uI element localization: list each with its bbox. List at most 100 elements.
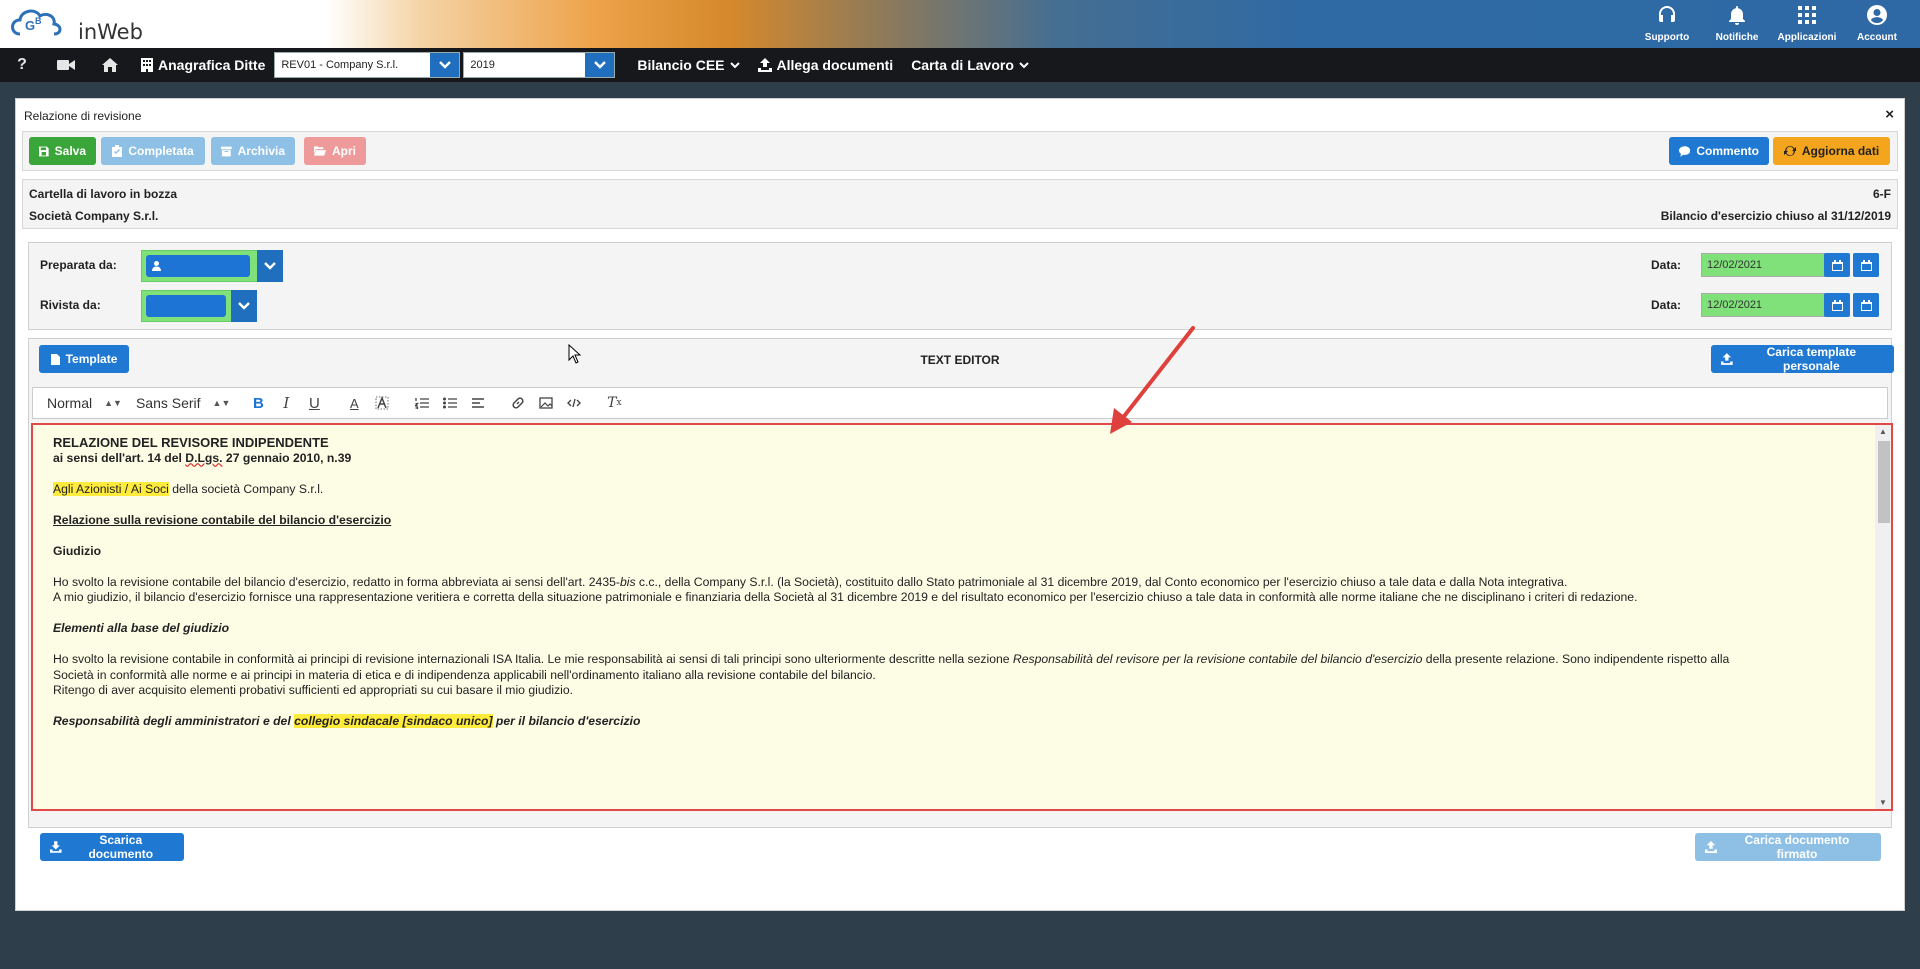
scroll-up-icon[interactable]: ▲ [1879, 427, 1887, 436]
rivista-date-input[interactable]: 12/02/2021 [1701, 293, 1825, 317]
relazione-panel: Relazione di revisione × Salva Completat… [15, 98, 1905, 911]
anagrafica-label: Anagrafica Ditte [158, 57, 266, 73]
aggiorna-button[interactable]: Aggiorna dati [1773, 137, 1890, 165]
link-icon[interactable] [504, 391, 532, 415]
ordered-list-icon[interactable] [408, 391, 436, 415]
allega-link[interactable]: Allega documenti [749, 57, 903, 73]
apps-button[interactable]: Applicazioni [1772, 0, 1842, 48]
panel-title: Relazione di revisione [24, 109, 142, 123]
home-icon [102, 58, 118, 72]
doc-paragraph-3: Ho svolto la revisione contabile in conf… [53, 652, 1853, 668]
action-toolbar: Salva Completata Archivia Apri Commento … [22, 131, 1898, 171]
image-icon[interactable] [532, 391, 560, 415]
background-color-icon[interactable] [368, 391, 396, 415]
scroll-down-icon[interactable]: ▼ [1879, 798, 1887, 807]
align-icon[interactable] [464, 391, 492, 415]
notifications-button[interactable]: Notifiche [1702, 0, 1772, 48]
doc-paragraph-2: A mio giudizio, il bilancio d'esercizio … [53, 590, 1638, 604]
scarica-label: Scarica documento [88, 833, 154, 861]
doc-responsabilita-heading: Responsabilità degli amministratori e de… [53, 714, 1853, 730]
document-editor[interactable]: RELAZIONE DEL REVISORE INDIPENDENTE ai s… [31, 423, 1893, 811]
workpaper-code: 6-F [1873, 187, 1891, 201]
home-button[interactable] [88, 48, 132, 82]
font-select[interactable]: Sans Serif ▲▼ [136, 395, 230, 411]
company-select[interactable]: REV01 - Company S.r.l. [274, 52, 461, 78]
archivia-label: Archivia [237, 144, 285, 158]
help-button[interactable]: ? [0, 48, 44, 82]
scrollbar-thumb[interactable] [1878, 441, 1890, 523]
company-select-value: REV01 - Company S.r.l. [281, 59, 399, 71]
doc-title: RELAZIONE DEL REVISORE INDIPENDENTE [53, 435, 329, 450]
code-icon[interactable] [560, 391, 588, 415]
doc-p3-post: della presente relazione. Sono indipende… [1422, 652, 1730, 666]
carta-label: Carta di Lavoro [911, 57, 1014, 73]
preparata-date-input[interactable]: 12/02/2021 [1701, 253, 1825, 277]
period-text: Bilancio d'esercizio chiuso al 31/12/201… [1660, 209, 1891, 223]
chevron-down-icon[interactable] [585, 53, 615, 77]
aggiorna-label: Aggiorna dati [1801, 144, 1880, 158]
year-select[interactable]: 2019 [463, 52, 616, 78]
folder-open-icon [314, 146, 326, 156]
support-button[interactable]: Supporto [1632, 0, 1702, 48]
year-select-value: 2019 [470, 59, 495, 71]
bold-icon[interactable]: B [244, 391, 272, 415]
download-icon [50, 841, 62, 853]
carta-menu[interactable]: Carta di Lavoro [902, 57, 1038, 73]
carica-template-button[interactable]: Carica template personale [1711, 345, 1894, 373]
text-color-icon[interactable]: A [340, 391, 368, 415]
account-button[interactable]: Account [1842, 0, 1912, 48]
allega-label: Allega documenti [776, 57, 894, 73]
close-icon[interactable]: × [1885, 106, 1894, 123]
scarica-button[interactable]: Scarica documento [40, 833, 184, 861]
refresh-icon [1783, 146, 1796, 156]
apri-button[interactable]: Apri [304, 137, 366, 165]
doc-paragraph-5: Ritengo di aver acquisito elementi proba… [53, 683, 574, 697]
doc-giudizio-heading: Giudizio [53, 543, 102, 558]
text-editor-section: Template TEXT EDITOR Carica template per… [28, 338, 1894, 828]
carica-firmato-button[interactable]: Carica documento firmato [1695, 833, 1881, 861]
rivista-select[interactable] [141, 290, 257, 322]
video-button[interactable] [44, 48, 88, 82]
editor-toolbar: Normal ▲▼ Sans Serif ▲▼ B I U A Tx [32, 387, 1888, 419]
top-header: G B inWeb Supporto Notifiche Applicazion… [0, 0, 1920, 48]
user-chip [146, 255, 250, 277]
chevron-down-icon[interactable] [231, 290, 257, 322]
calendar-icon[interactable] [1853, 253, 1879, 277]
doc-p1-pre: Ho svolto la revisione contabile del bil… [53, 574, 620, 589]
archivia-button[interactable]: Archivia [211, 137, 295, 165]
document-content[interactable]: RELAZIONE DEL REVISORE INDIPENDENTE ai s… [53, 435, 1853, 730]
account-label: Account [1857, 32, 1897, 43]
bell-icon [1729, 6, 1745, 25]
upload-icon [1721, 353, 1733, 365]
grid-icon [1798, 6, 1816, 24]
workpaper-info: Cartella di lavoro in bozza Società Comp… [22, 179, 1898, 229]
user-chip [146, 295, 226, 317]
rivista-date-label: Data: [1651, 298, 1682, 312]
completata-button[interactable]: Completata [101, 137, 205, 165]
editor-scrollbar[interactable]: ▲ ▼ [1875, 425, 1891, 809]
chevron-down-icon[interactable] [430, 53, 460, 77]
doc-recipients-rest: della società Company S.r.l. [168, 481, 324, 496]
calendar-icon[interactable] [1853, 293, 1879, 317]
calendar-icon[interactable] [1824, 253, 1850, 277]
save-button[interactable]: Salva [29, 137, 96, 165]
doc-subtitle: ai sensi dell'art. 14 del D.Lgs. 27 genn… [53, 451, 1853, 467]
format-select[interactable]: Normal ▲▼ [47, 395, 122, 411]
upload-icon [1705, 841, 1717, 853]
calendar-icon[interactable] [1824, 293, 1850, 317]
underline-icon[interactable]: U [300, 391, 328, 415]
preparata-select[interactable] [141, 250, 283, 282]
doc-section-heading: Relazione sulla revisione contabile del … [53, 512, 392, 527]
bullet-list-icon[interactable] [436, 391, 464, 415]
doc-recipients-highlight: Agli Azionisti / Ai Soci [53, 481, 169, 496]
clear-format-icon[interactable]: Tx [600, 391, 628, 415]
italic-icon[interactable]: I [272, 391, 300, 415]
document-actions: Scarica documento Carica documento firma… [16, 833, 1904, 873]
chevron-down-icon[interactable] [257, 250, 283, 282]
doc-subtitle-dlgs: D.Lgs. [185, 450, 223, 465]
bilancio-menu[interactable]: Bilancio CEE [628, 57, 748, 73]
commento-label: Commento [1696, 144, 1759, 158]
commento-button[interactable]: Commento [1669, 137, 1769, 165]
anagrafica-link[interactable]: Anagrafica Ditte [132, 57, 274, 73]
doc-subtitle-post: 27 gennaio 2010, n.39 [222, 450, 352, 465]
